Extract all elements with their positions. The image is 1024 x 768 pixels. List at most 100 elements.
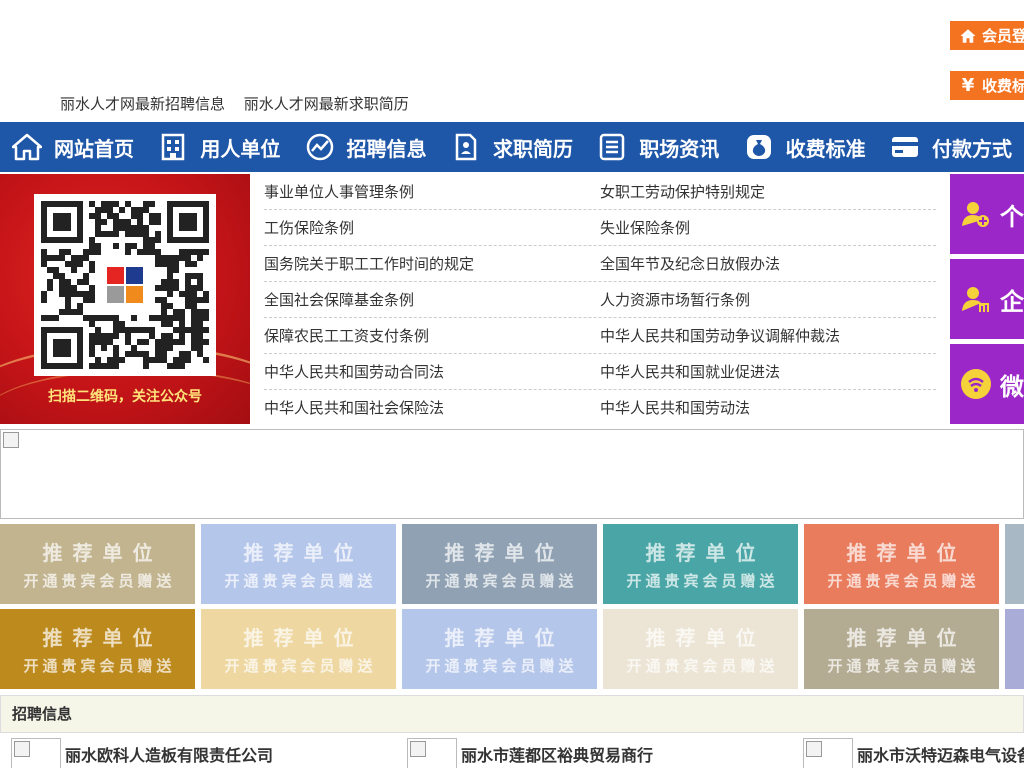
regulation-link[interactable]: 中华人民共和国社会保险法 (264, 390, 600, 426)
recommend-title: 推荐单位 (243, 541, 364, 565)
regulation-row: 中华人民共和国社会保险法 中华人民共和国劳动法 (264, 390, 936, 426)
nav-home-label: 网站首页 (54, 136, 134, 161)
top-links: 丽水人才网最新招聘信息 丽水人才网最新求职简历 (60, 93, 423, 114)
recommend-title: 推荐单位 (42, 541, 163, 565)
regulation-row: 全国社会保障基金条例 人力资源市场暂行条例 (264, 282, 936, 318)
recommend-subtitle: 开通贵宾会员赠送 (425, 657, 578, 675)
recommend-subtitle: 开通贵宾会员赠送 (23, 657, 176, 675)
regulation-link[interactable]: 全国社会保障基金条例 (264, 282, 600, 317)
wechat-tile-label: 微 (1000, 372, 1024, 401)
regulation-link[interactable]: 中华人民共和国劳动争议调解仲裁法 (600, 318, 936, 353)
qr-caption: 扫描二维码，关注公众号 (48, 389, 202, 405)
yen-icon: ¥ (961, 75, 975, 96)
company-name: 丽水市莲都区裕典贸易商行 (461, 746, 654, 765)
recommend-subtitle: 开通贵宾会员赠送 (626, 572, 779, 590)
person-add-icon (960, 198, 992, 230)
qr-code (34, 194, 216, 376)
qr-banner: 扫描二维码，关注公众号 (0, 174, 250, 424)
resume-icon (451, 132, 481, 162)
company-item[interactable]: 丽水市莲都区裕典贸易商行 (407, 738, 653, 768)
nav-payment-label: 付款方式 (931, 136, 1012, 161)
nav-news[interactable]: 职场资讯 (585, 122, 731, 172)
recommend-tile[interactable]: 推荐单位开通贵宾会员赠送 (603, 524, 798, 604)
company-name: 丽水市沃特迈森电气设备 (857, 746, 1024, 765)
recommend-subtitle: 开通贵宾会员赠送 (425, 572, 578, 590)
latest-resumes-link[interactable]: 丽水人才网最新求职简历 (244, 95, 409, 113)
fee-standard-button[interactable]: ¥ 收费标 (950, 71, 1024, 100)
recommend-tile[interactable]: 推荐单位开通贵宾会员赠送 (1005, 524, 1024, 604)
company-item[interactable]: 丽水市沃特迈森电气设备 (803, 738, 1024, 768)
recommend-title: 推荐单位 (42, 626, 163, 650)
regulation-link[interactable]: 人力资源市场暂行条例 (600, 282, 936, 317)
chart-icon (305, 132, 335, 162)
personal-tile-label: 个 (1000, 202, 1024, 231)
regulation-link[interactable]: 中华人民共和国就业促进法 (600, 354, 936, 389)
nav-fees-label: 收费标准 (785, 136, 866, 161)
recommend-tile[interactable]: 推荐单位开通贵宾会员赠送 (1005, 609, 1024, 689)
recommend-tile[interactable]: 推荐单位开通贵宾会员赠送 (201, 524, 396, 604)
regulation-link[interactable]: 保障农民工工资支付条例 (264, 318, 600, 353)
company-logo (803, 738, 853, 768)
regulation-link[interactable]: 全国年节及纪念日放假办法 (600, 246, 936, 281)
nav-news-label: 职场资讯 (639, 136, 720, 161)
main-nav: 网站首页 用人单位 招聘信息 求职简历 职场资讯 收费标准 付款方式 (0, 122, 1024, 172)
regulations-list: 事业单位人事管理条例 女职工劳动保护特别规定 工伤保险条例 失业保险条例 国务院关于职工… (264, 174, 936, 426)
nav-fees[interactable]: 收费标准 (732, 122, 878, 172)
regulation-link[interactable]: 国务院关于职工工作时间的规定 (264, 246, 600, 281)
recruit-section-title: 招聘信息 (0, 695, 1024, 733)
wechat-tile[interactable]: 微 (950, 344, 1024, 424)
regulation-link[interactable]: 失业保险条例 (600, 210, 936, 245)
recommend-title: 推荐单位 (645, 541, 766, 565)
recommend-tile[interactable]: 推荐单位开通贵宾会员赠送 (603, 609, 798, 689)
recommend-subtitle: 开通贵宾会员赠送 (827, 657, 980, 675)
recommend-tile[interactable]: 推荐单位开通贵宾会员赠送 (201, 609, 396, 689)
broken-image-icon (14, 741, 30, 757)
regulation-link[interactable]: 女职工劳动保护特别规定 (600, 174, 936, 209)
nav-home[interactable]: 网站首页 (0, 122, 146, 172)
regulation-row: 事业单位人事管理条例 女职工劳动保护特别规定 (264, 174, 936, 210)
enterprise-tile[interactable]: 企 (950, 259, 1024, 339)
member-login-button[interactable]: 会员登 (950, 21, 1024, 50)
regulation-link[interactable]: 中华人民共和国劳动合同法 (264, 354, 600, 389)
ad-banner-image[interactable] (0, 429, 1024, 519)
personal-tile[interactable]: 个 (950, 174, 1024, 254)
regulation-row: 保障农民工工资支付条例 中华人民共和国劳动争议调解仲裁法 (264, 318, 936, 354)
recommend-tile[interactable]: 推荐单位开通贵宾会员赠送 (0, 524, 195, 604)
recommend-title: 推荐单位 (846, 541, 967, 565)
recommend-subtitle: 开通贵宾会员赠送 (23, 572, 176, 590)
nav-resumes[interactable]: 求职简历 (439, 122, 585, 172)
enterprise-tile-label: 企 (1000, 287, 1024, 316)
regulation-link[interactable]: 中华人民共和国劳动法 (600, 390, 936, 426)
company-logo (11, 738, 61, 768)
latest-jobs-link[interactable]: 丽水人才网最新招聘信息 (60, 95, 225, 113)
recommend-tile[interactable]: 推荐单位开通贵宾会员赠送 (804, 609, 999, 689)
money-bag-icon (744, 132, 774, 162)
regulation-link[interactable]: 事业单位人事管理条例 (264, 174, 600, 209)
building-icon (158, 132, 188, 162)
nav-employers[interactable]: 用人单位 (146, 122, 292, 172)
recommend-subtitle: 开通贵宾会员赠送 (827, 572, 980, 590)
recommend-tile[interactable]: 推荐单位开通贵宾会员赠送 (402, 524, 597, 604)
regulation-row: 中华人民共和国劳动合同法 中华人民共和国就业促进法 (264, 354, 936, 390)
recommend-title: 推荐单位 (846, 626, 967, 650)
page: 丽水人才网最新招聘信息 丽水人才网最新求职简历 会员登 ¥ 收费标 网站首页 用… (0, 0, 1024, 768)
regulation-row: 工伤保险条例 失业保险条例 (264, 210, 936, 246)
nav-payment[interactable]: 付款方式 (878, 122, 1024, 172)
home-icon (958, 26, 978, 46)
recommend-title: 推荐单位 (645, 626, 766, 650)
broken-image-icon (806, 741, 822, 757)
fee-standard-label: 收费标 (982, 77, 1024, 95)
company-name: 丽水欧科人造板有限责任公司 (65, 746, 274, 765)
regulation-link[interactable]: 工伤保险条例 (264, 210, 600, 245)
nav-jobs[interactable]: 招聘信息 (293, 122, 439, 172)
recommend-title: 推荐单位 (444, 541, 565, 565)
wechat-icon (960, 368, 992, 400)
company-item[interactable]: 丽水欧科人造板有限责任公司 (11, 738, 273, 768)
recommend-tile[interactable]: 推荐单位开通贵宾会员赠送 (804, 524, 999, 604)
recommend-tile[interactable]: 推荐单位开通贵宾会员赠送 (402, 609, 597, 689)
company-logo (407, 738, 457, 768)
recommend-tile[interactable]: 推荐单位开通贵宾会员赠送 (0, 609, 195, 689)
broken-image-icon (3, 432, 19, 448)
news-icon (597, 132, 627, 162)
nav-resumes-label: 求职简历 (492, 136, 573, 161)
